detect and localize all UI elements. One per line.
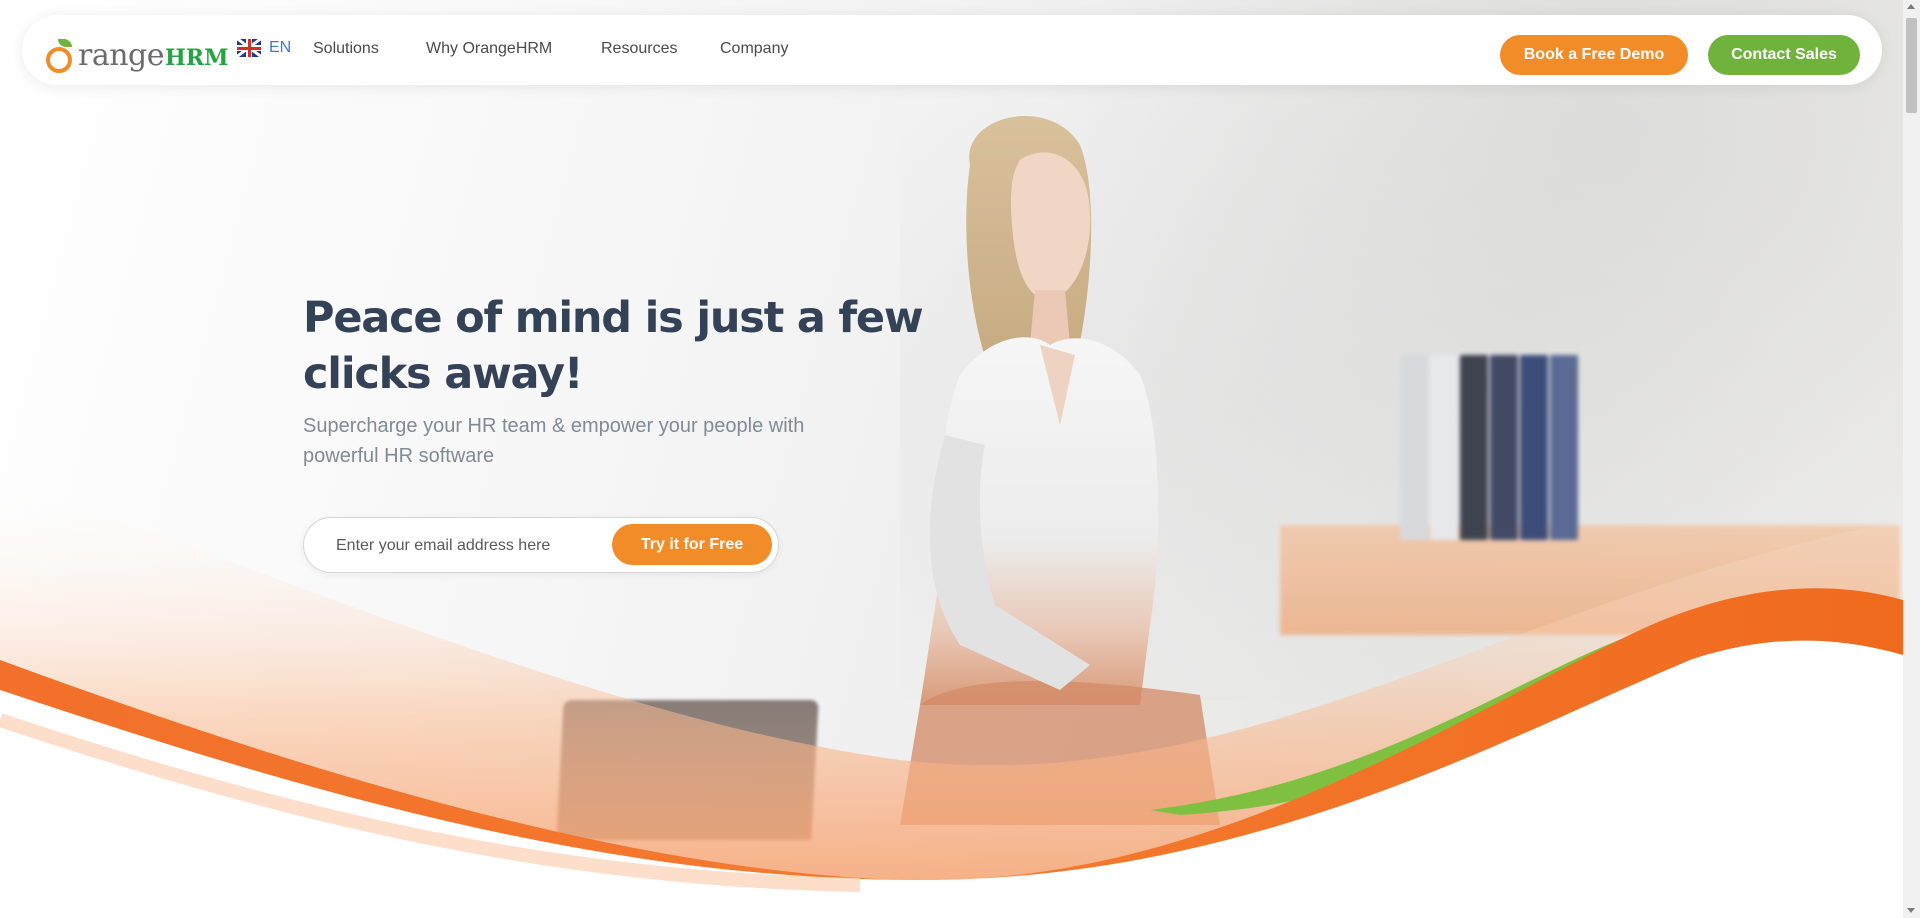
uk-flag-icon — [237, 39, 261, 57]
orangehrm-logo[interactable]: range HRM — [46, 29, 228, 73]
book-free-demo-button[interactable]: Book a Free Demo — [1500, 35, 1688, 75]
email-input[interactable] — [334, 532, 608, 560]
orange-logo-icon — [46, 39, 76, 73]
logo-text-suffix: HRM — [165, 45, 229, 71]
language-selector[interactable]: EN — [237, 39, 291, 57]
hero-title: Peace of mind is just a few clicks away! — [303, 293, 924, 399]
scroll-down-arrow-icon[interactable] — [1907, 908, 1915, 913]
language-label: EN — [269, 39, 292, 56]
hero-wave-decoration — [0, 480, 1903, 918]
nav-item-solutions[interactable]: Solutions — [313, 40, 379, 58]
logo-text-main: range — [78, 38, 165, 73]
top-navigation: range HRM EN Solutions Why OrangeHRM Res… — [22, 15, 1882, 85]
nav-item-resources[interactable]: Resources — [601, 40, 677, 58]
contact-sales-button[interactable]: Contact Sales — [1708, 35, 1860, 75]
scroll-thumb[interactable] — [1906, 18, 1917, 113]
email-signup-form: Try it for Free — [303, 517, 779, 573]
try-it-free-button[interactable]: Try it for Free — [612, 524, 772, 565]
nav-item-why-orangehrm[interactable]: Why OrangeHRM — [426, 40, 552, 58]
scroll-up-arrow-icon[interactable] — [1907, 4, 1915, 9]
nav-item-company[interactable]: Company — [720, 40, 788, 58]
hero-subtitle: Supercharge your HR team & empower your … — [303, 415, 805, 467]
page-scrollbar[interactable] — [1903, 0, 1920, 918]
hero-section — [0, 0, 1903, 918]
